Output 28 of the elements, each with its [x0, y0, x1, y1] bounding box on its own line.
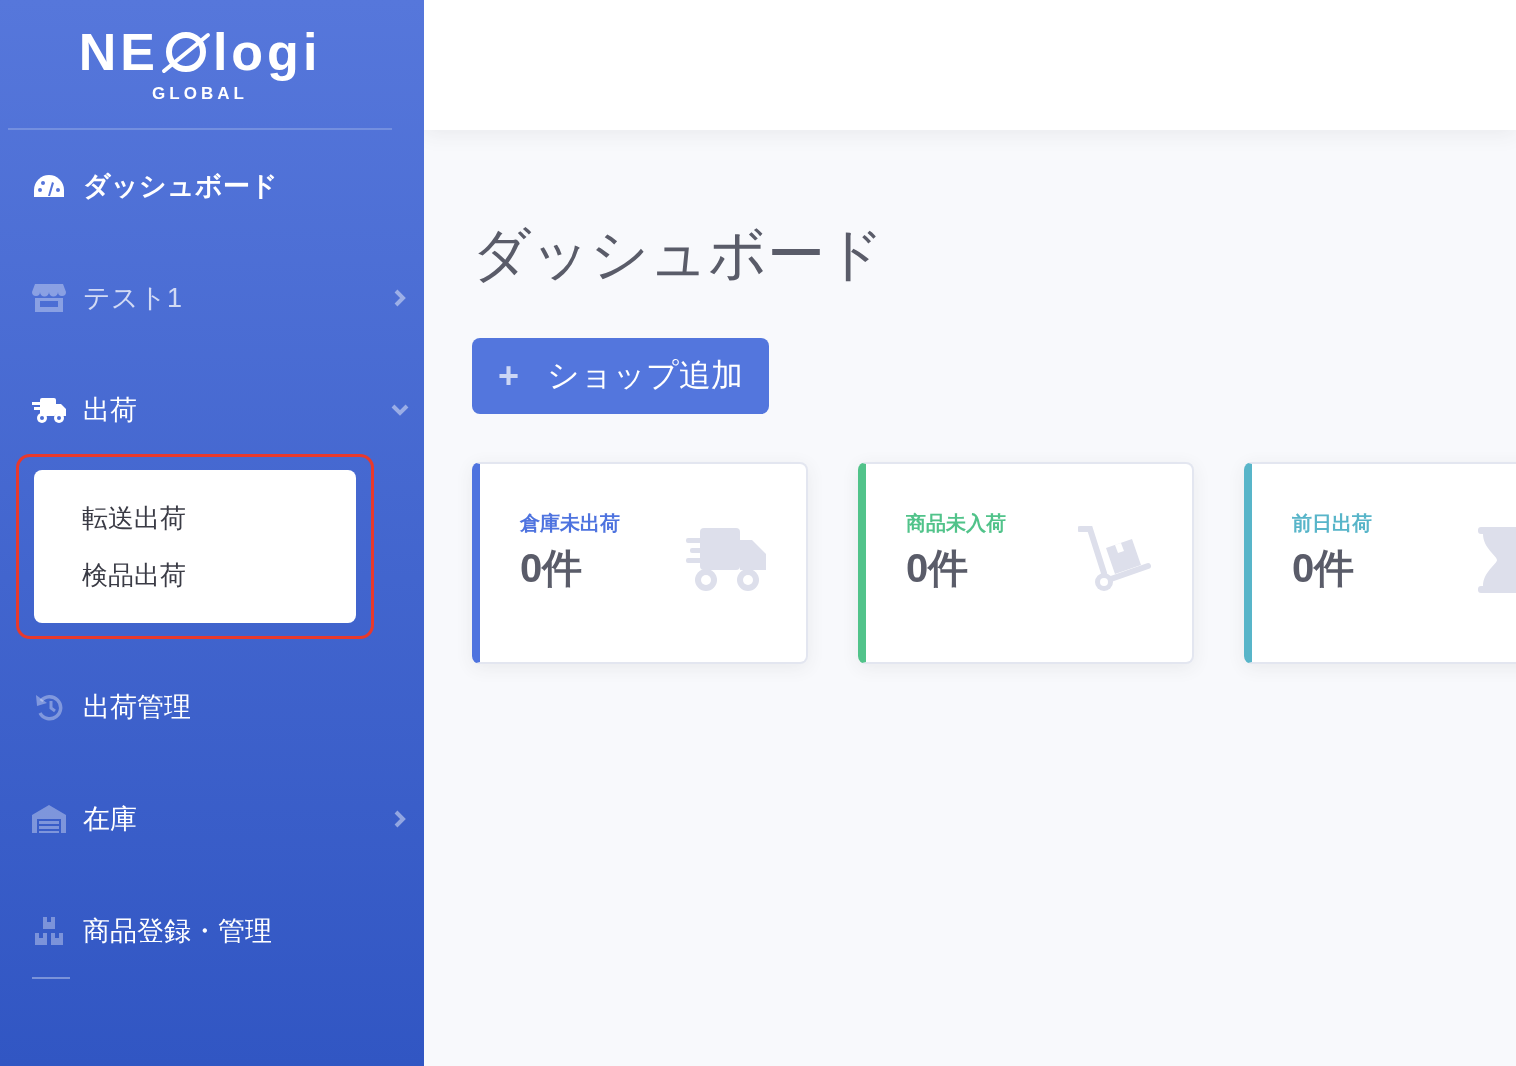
submenu-item[interactable]: 転送出荷: [34, 490, 356, 547]
stat-label: 商品未入荷: [906, 511, 1007, 536]
stat-value: 0件: [520, 545, 584, 592]
page-title: ダッシュボード: [472, 220, 885, 288]
truck-icon: [32, 396, 66, 424]
store-icon: [32, 284, 66, 312]
logo-tagline: GLOBAL: [152, 84, 248, 104]
stat-value: 0件: [1292, 545, 1356, 592]
sidebar-item[interactable]: 在庫: [0, 763, 424, 876]
history-icon: [34, 693, 64, 722]
add-shop-button[interactable]: + ショップ追加: [472, 338, 770, 414]
boxes-icon: [33, 917, 65, 946]
sidebar-item[interactable]: テスト1: [0, 242, 424, 354]
sidebar-item[interactable]: ダッシュボード: [0, 130, 424, 242]
gauge-icon: [33, 174, 65, 198]
planet-icon: [160, 29, 211, 75]
sidebar-item[interactable]: 商品登録・管理: [0, 875, 424, 988]
warehouse-icon: [32, 805, 66, 834]
submenu-item[interactable]: 検品出荷: [34, 546, 356, 604]
stat-label: 前日出荷: [1292, 511, 1373, 536]
sidebar-item[interactable]: 出荷管理: [0, 651, 424, 764]
sidebar-item[interactable]: 出荷: [0, 354, 424, 466]
hand-truck-icon: [1078, 526, 1152, 594]
logo-text: NE: [78, 24, 159, 80]
logo-text: logi: [212, 24, 322, 80]
stat-value: 0件: [906, 545, 970, 592]
truck-icon: [686, 528, 766, 592]
stat-label: 倉庫未出荷: [520, 511, 621, 536]
